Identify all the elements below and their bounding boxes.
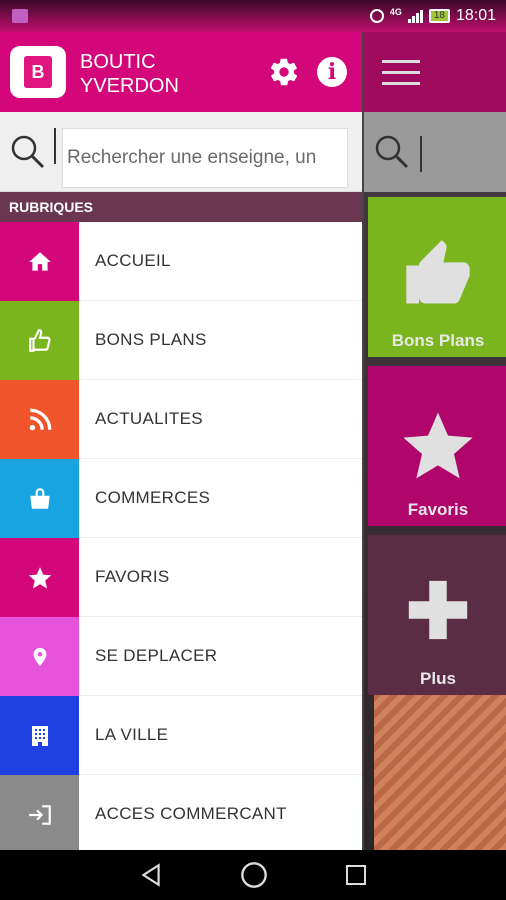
text-cursor [54,128,56,164]
shopping-bag-logo-icon: B [24,56,52,88]
menu-item-bons-plans[interactable]: BONS PLANS [0,301,362,380]
menu-item-accueil[interactable]: ACCUEIL [0,222,362,301]
search-icon[interactable] [10,134,46,170]
menu-icon-box [0,538,79,617]
main-search-bar[interactable] [364,112,506,192]
thumbs-up-icon [406,240,470,304]
status-time: 18:01 [455,7,496,24]
drawer-header: B BOUTIC YVERDON i [0,32,362,112]
menu-label: ACCES COMMERCANT [95,804,287,823]
menu-icon-box [0,459,79,538]
menu-icon-box [0,617,79,696]
tile-label: Bons Plans [391,331,485,350]
tile-bons-plans[interactable]: Bons Plans [368,197,506,357]
home-icon [28,251,51,271]
search-icon [375,135,409,169]
network-type: 4G [389,7,402,17]
app-title-line1: BOUTIC [80,51,156,73]
back-icon[interactable] [138,862,164,888]
app-logo: B [10,46,66,98]
main-screen-background: Bons Plans Favoris Plus [362,32,506,850]
search-bar [0,112,362,192]
tile-label: Favoris [407,500,469,519]
shopping-bag-icon [29,487,50,509]
status-bar: 4G 18 18:01 [0,0,506,32]
tile-favoris[interactable]: Favoris [368,366,506,526]
star-icon [28,566,51,589]
recent-apps-icon[interactable] [344,863,368,887]
tile-plus[interactable]: Plus [368,535,506,695]
thumbs-up-icon [28,328,51,352]
app-title: BOUTIC YVERDON [80,50,179,98]
menu-icon-box [0,301,79,380]
main-header [364,32,506,112]
menu-icon-box [0,222,79,301]
settings-gear-icon[interactable] [268,56,300,88]
star-icon [403,412,473,479]
menu-item-commerces[interactable]: COMMERCES [0,459,362,538]
menu-icon-box [0,775,79,854]
notification-icon [12,9,28,23]
menu-label: ACCUEIL [95,251,171,270]
menu-item-favoris[interactable]: FAVORIS [0,538,362,617]
menu-item-la-ville[interactable]: LA VILLE [0,696,362,775]
menu-list: ACCUEIL BONS PLANS ACTUALITES COMMERCES … [0,222,362,854]
sign-in-icon [28,804,51,825]
tile-label: Plus [420,669,456,688]
menu-item-actualites[interactable]: ACTUALITES [0,380,362,459]
menu-label: BONS PLANS [95,330,207,349]
menu-label: LA VILLE [95,725,169,744]
section-label-rubriques: RUBRIQUES [0,192,362,222]
menu-icon-box [0,380,79,459]
navigation-drawer: B BOUTIC YVERDON i RUBRIQUES ACCUEIL [0,32,362,854]
signal-icon [407,9,423,23]
menu-item-se-deplacer[interactable]: SE DEPLACER [0,617,362,696]
info-icon[interactable]: i [316,56,348,88]
hamburger-menu-icon[interactable] [382,60,420,93]
status-icons: 4G 18 18:01 [369,7,496,25]
home-button-icon[interactable] [240,861,268,889]
search-input[interactable] [62,128,348,188]
building-icon [31,725,48,746]
background-photo [374,694,506,850]
menu-icon-box [0,696,79,775]
plus-icon [408,580,468,640]
menu-label: ACTUALITES [95,409,203,428]
menu-label: COMMERCES [95,488,211,507]
battery-icon: 18 [428,9,450,23]
app-title-line2: YVERDON [80,75,179,97]
rss-icon [29,408,51,430]
menu-item-acces-commercant[interactable]: ACCES COMMERCANT [0,775,362,854]
alarm-icon [369,9,384,23]
system-nav-bar [0,850,506,900]
menu-label: FAVORIS [95,567,170,586]
menu-label: SE DEPLACER [95,646,218,665]
map-pin-icon [33,647,46,666]
